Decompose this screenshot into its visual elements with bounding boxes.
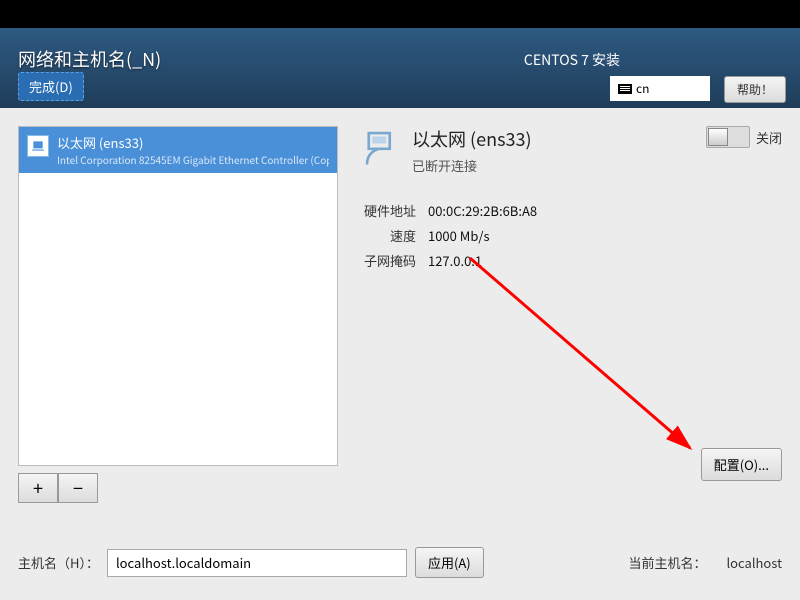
nic-list[interactable]: 以太网 (ens33) Intel Corporation 82545EM Gi…	[18, 126, 338, 466]
toggle-label: 关闭	[756, 128, 782, 147]
keyboard-layout-label: cn	[636, 80, 649, 97]
toggle-switch[interactable]	[706, 126, 750, 148]
connection-toggle[interactable]: 关闭	[706, 126, 782, 148]
add-remove-buttons: + −	[18, 473, 98, 503]
hw-address-value: 00:0C:29:2B:6B:A8	[428, 201, 537, 220]
remove-nic-button[interactable]: −	[58, 473, 98, 503]
annotation-arrow	[460, 248, 720, 468]
toggle-thumb	[708, 128, 728, 146]
page-title: 网络和主机名(_N)	[18, 46, 161, 72]
configure-button[interactable]: 配置(O)...	[701, 448, 782, 481]
body-area: 以太网 (ens33) Intel Corporation 82545EM Gi…	[0, 108, 800, 600]
info-row-hw: 硬件地址 00:0C:29:2B:6B:A8	[360, 201, 782, 220]
add-nic-button[interactable]: +	[18, 473, 58, 503]
nic-detail-panel: 以太网 (ens33) 已断开连接 关闭 硬件地址 00:0C:29:2B:6B…	[360, 126, 782, 276]
current-hostname-value: localhost	[726, 553, 782, 572]
subnet-mask-label: 子网掩码	[360, 251, 416, 270]
header-bar: 网络和主机名(_N) 完成(D) CENTOS 7 安装 cn 帮助！	[0, 28, 800, 108]
keyboard-icon	[618, 84, 632, 94]
help-button[interactable]: 帮助！	[724, 76, 786, 103]
ethernet-icon	[27, 135, 49, 157]
nic-info-table: 硬件地址 00:0C:29:2B:6B:A8 速度 1000 Mb/s 子网掩码…	[360, 201, 782, 270]
nic-text: 以太网 (ens33) Intel Corporation 82545EM Gi…	[57, 133, 329, 167]
nic-description: Intel Corporation 82545EM Gigabit Ethern…	[57, 152, 329, 167]
hostname-row: 主机名（H）： 应用(A) 当前主机名： localhost	[18, 547, 782, 578]
apply-button[interactable]: 应用(A)	[415, 547, 484, 578]
installer-title: CENTOS 7 安装	[524, 50, 620, 70]
network-hostname-screen: 网络和主机名(_N) 完成(D) CENTOS 7 安装 cn 帮助！ 以太网 …	[0, 28, 800, 600]
speed-value: 1000 Mb/s	[428, 226, 490, 245]
detail-status: 已断开连接	[412, 156, 532, 175]
info-row-mask: 子网掩码 127.0.0.1	[360, 251, 782, 270]
nic-name: 以太网 (ens33)	[57, 133, 329, 152]
current-hostname-label: 当前主机名：	[628, 553, 706, 572]
detail-header: 以太网 (ens33) 已断开连接 关闭	[360, 126, 782, 175]
hostname-input[interactable]	[107, 549, 407, 577]
subnet-mask-value: 127.0.0.1	[428, 251, 482, 270]
detail-title: 以太网 (ens33)	[412, 126, 532, 152]
keyboard-layout-indicator[interactable]: cn	[610, 76, 710, 101]
done-button[interactable]: 完成(D)	[18, 72, 84, 101]
hostname-label: 主机名（H）：	[18, 553, 99, 572]
info-row-speed: 速度 1000 Mb/s	[360, 226, 782, 245]
nic-list-item[interactable]: 以太网 (ens33) Intel Corporation 82545EM Gi…	[19, 127, 337, 173]
speed-label: 速度	[360, 226, 416, 245]
ethernet-large-icon	[360, 126, 402, 168]
hw-address-label: 硬件地址	[360, 201, 416, 220]
